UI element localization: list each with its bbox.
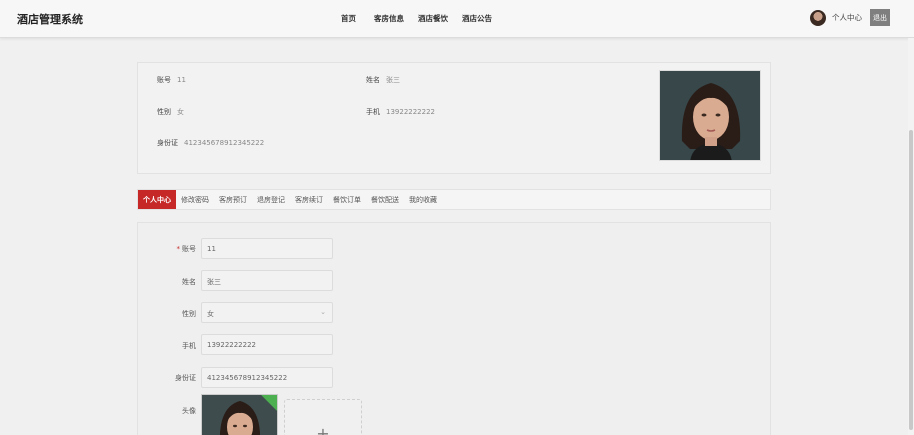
- profile-info-card: 账号 11 姓名 张三 性别女 手机 13922222222 身份证 412345678…: [137, 62, 771, 174]
- info-gender-value: 女: [177, 108, 184, 116]
- tab-change-password[interactable]: 修改密码: [176, 190, 214, 209]
- gender-label: 性别: [182, 310, 196, 318]
- plus-icon[interactable]: +: [284, 399, 362, 435]
- info-phone-label: 手机: [366, 108, 380, 116]
- info-idcard: 身份证 412345678912345222: [157, 138, 264, 148]
- profile-tabs: 个人中心 修改密码 客房预订 退房登记 客房续订 餐饮订单 餐饮配送 我的收藏: [137, 189, 771, 210]
- phone-input[interactable]: 13922222222: [201, 334, 333, 355]
- account-input[interactable]: 11: [201, 238, 333, 259]
- avatar-label: 头像: [182, 407, 196, 415]
- tab-room-renewal[interactable]: 客房续订: [290, 190, 328, 209]
- profile-photo: [659, 70, 761, 161]
- gender-select-value: 女: [207, 310, 214, 318]
- info-account-label: 账号: [157, 76, 171, 84]
- user-center-link[interactable]: 个人中心: [832, 12, 862, 23]
- info-phone-value: 13922222222: [386, 108, 435, 116]
- avatar[interactable]: [810, 9, 826, 26]
- logout-button[interactable]: 退出: [870, 9, 890, 26]
- idcard-label: 身份证: [175, 374, 196, 382]
- scrollbar-thumb[interactable]: [909, 130, 913, 430]
- info-idcard-value: 412345678912345222: [184, 139, 265, 147]
- name-label: 姓名: [182, 278, 196, 286]
- main-nav: 首页 客房信息 酒店餐饮 酒店公告: [341, 13, 492, 24]
- info-gender-label: 性别: [157, 108, 171, 116]
- info-name: 姓名 张三: [366, 75, 400, 85]
- info-name-label: 姓名: [366, 76, 380, 84]
- nav-dining[interactable]: 酒店餐饮: [418, 13, 448, 24]
- tab-user-center[interactable]: 个人中心: [138, 190, 176, 209]
- idcard-input[interactable]: 412345678912345222: [201, 367, 333, 388]
- info-name-value: 张三: [386, 76, 400, 84]
- gender-select[interactable]: 女 ⌄: [201, 302, 333, 323]
- info-idcard-label: 身份证: [157, 139, 178, 147]
- info-account: 账号 11: [157, 75, 186, 85]
- profile-form: * 账号 11 姓名 张三 性别 女 ⌄ 手机 13922222222 身份证 4…: [137, 222, 771, 435]
- info-account-value: 11: [177, 76, 186, 84]
- name-input[interactable]: 张三: [201, 270, 333, 291]
- tab-checkout[interactable]: 退房登记: [252, 190, 290, 209]
- info-gender: 性别女: [157, 107, 184, 117]
- required-mark: *: [176, 245, 181, 253]
- nav-home[interactable]: 首页: [341, 13, 356, 24]
- app-title: 酒店管理系统: [17, 13, 83, 26]
- tab-favorites[interactable]: 我的收藏: [404, 190, 442, 209]
- top-navbar: 酒店管理系统 首页 客房信息 酒店餐饮 酒店公告 个人中心 退出: [0, 0, 914, 38]
- account-label-text: 账号: [182, 245, 196, 253]
- nav-rooms[interactable]: 客房信息: [374, 13, 404, 24]
- account-label: * 账号: [158, 244, 197, 254]
- tab-room-booking[interactable]: 客房预订: [214, 190, 252, 209]
- info-phone: 手机 13922222222: [366, 107, 435, 117]
- user-area: 个人中心 退出: [810, 9, 890, 26]
- nav-notices[interactable]: 酒店公告: [462, 13, 492, 24]
- tab-dining-orders[interactable]: 餐饮订单: [328, 190, 366, 209]
- tab-dining-delivery[interactable]: 餐饮配送: [366, 190, 404, 209]
- phone-label: 手机: [182, 342, 196, 350]
- avatar-upload-preview[interactable]: [201, 394, 278, 435]
- profile-photo-portrait: [660, 71, 760, 160]
- chevron-down-icon: ⌄: [320, 308, 326, 316]
